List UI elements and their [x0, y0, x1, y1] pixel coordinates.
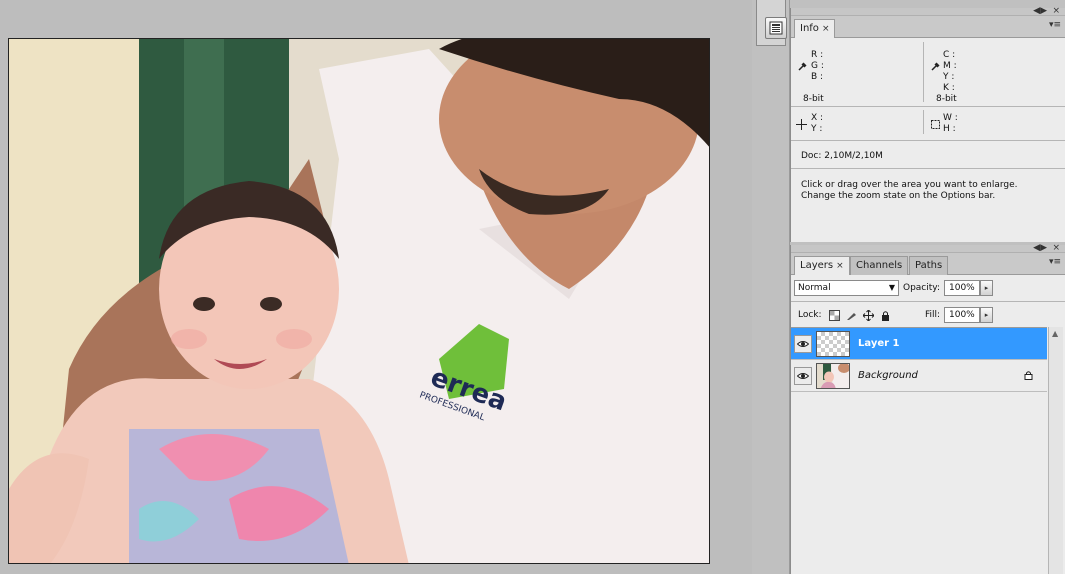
tab-channels[interactable]: Channels [850, 256, 909, 275]
fill-input[interactable]: 100% [944, 307, 980, 323]
tab-paths-label: Paths [915, 260, 943, 271]
photo-illustration: errea PROFESSIONAL [9, 39, 709, 563]
panel-menu-icon[interactable]: ▾≡ [1049, 20, 1061, 30]
opacity-slider-button[interactable]: ▸ [980, 280, 993, 296]
lock-label: Lock: [798, 310, 822, 320]
panel-icon [769, 21, 783, 35]
layers-tabs: Layers × Channels Paths ▾≡ [791, 253, 1065, 276]
layers-panel-titlebar: ◀▶ × [791, 243, 1065, 253]
background-thumbnail-image [817, 364, 849, 388]
tab-info-label: Info [800, 23, 819, 34]
scroll-up-icon[interactable]: ▲ [1052, 329, 1058, 338]
m-label: M : [943, 61, 957, 71]
chevron-down-icon: ▼ [888, 283, 895, 292]
info-panel: ◀▶ × Info × ▾≡ R : G : B : 8-bit C : M : … [790, 6, 1065, 242]
document-canvas[interactable]: errea PROFESSIONAL [0, 0, 752, 574]
close-panel-button[interactable]: × [1052, 243, 1060, 253]
collapse-button[interactable]: ◀▶ [1033, 243, 1047, 253]
opacity-value: 100% [949, 283, 975, 293]
info-panel-titlebar: ◀▶ × [791, 6, 1065, 16]
lock-transparent-icon[interactable] [829, 310, 840, 321]
collapse-button[interactable]: ◀▶ [1033, 6, 1047, 16]
b-label: B : [811, 72, 824, 82]
layer-row-layer-1[interactable]: Layer 1 [791, 328, 1047, 360]
info-body: R : G : B : 8-bit C : M : Y : K : 8-bit … [791, 38, 1065, 242]
w-label: W : [943, 113, 958, 123]
lock-image-icon[interactable] [846, 310, 857, 321]
blend-mode-select[interactable]: Normal ▼ [794, 280, 899, 296]
tab-layers-label: Layers [800, 260, 834, 271]
tab-info[interactable]: Info × [794, 19, 836, 39]
lock-position-icon[interactable] [863, 310, 874, 321]
layers-scrollbar[interactable]: ▲ [1048, 327, 1063, 574]
right-bitdepth: 8-bit [936, 94, 957, 104]
lock-icon [1024, 371, 1033, 380]
tab-close-icon[interactable]: × [822, 24, 830, 34]
opacity-input[interactable]: 100% [944, 280, 980, 296]
eyedropper-icon [798, 62, 807, 71]
fill-label: Fill: [925, 310, 941, 320]
layer-name[interactable]: Layer 1 [858, 338, 899, 349]
layers-body: Normal ▼ Opacity: 100% ▸ Lock: Fill: 100… [791, 275, 1065, 574]
document-image[interactable]: errea PROFESSIONAL [8, 38, 710, 564]
g-label: G : [811, 61, 824, 71]
navigator-dock-button[interactable] [765, 17, 787, 39]
hint-line-2: Change the zoom state on the Options bar… [801, 191, 996, 201]
panel-menu-icon[interactable]: ▾≡ [1049, 257, 1061, 267]
eye-icon [797, 341, 809, 347]
y-coord-label: Y : [811, 124, 823, 134]
selection-size-icon [931, 120, 940, 129]
layer-thumbnail [816, 331, 850, 357]
opacity-label: Opacity: [903, 283, 940, 293]
blend-row: Normal ▼ Opacity: 100% ▸ [791, 275, 1065, 301]
hint-line-1: Click or drag over the area you want to … [801, 180, 1018, 190]
collapsed-panel-dock [752, 0, 790, 574]
fill-value: 100% [949, 310, 975, 320]
tab-paths[interactable]: Paths [909, 256, 949, 275]
tab-layers[interactable]: Layers × [794, 256, 850, 276]
k-label: K : [943, 83, 955, 93]
y-label: Y : [943, 72, 955, 82]
dock-strip [756, 0, 787, 46]
layers-panel: ◀▶ × Layers × Channels Paths ▾≡ Normal ▼ … [790, 243, 1065, 574]
blend-mode-value: Normal [798, 283, 831, 293]
lock-all-icon[interactable] [880, 310, 891, 321]
info-tabs: Info × ▾≡ [791, 16, 1065, 39]
tab-close-icon[interactable]: × [836, 261, 844, 271]
r-label: R : [811, 50, 824, 60]
doc-size: Doc: 2,10M/2,10M [801, 151, 883, 161]
h-label: H : [943, 124, 956, 134]
layer-row-background[interactable]: Background [791, 360, 1047, 392]
eyedropper-icon [931, 62, 940, 71]
layer-thumbnail [816, 363, 850, 389]
crosshair-icon [796, 119, 807, 130]
c-label: C : [943, 50, 956, 60]
visibility-toggle[interactable] [794, 367, 812, 385]
eye-icon [797, 373, 809, 379]
layer-name[interactable]: Background [858, 370, 918, 381]
x-label: X : [811, 113, 824, 123]
close-panel-button[interactable]: × [1052, 6, 1060, 16]
layers-list: Layer 1 Background [791, 327, 1047, 574]
tab-channels-label: Channels [856, 260, 903, 271]
fill-slider-button[interactable]: ▸ [980, 307, 993, 323]
left-bitdepth: 8-bit [803, 94, 824, 104]
visibility-toggle[interactable] [794, 335, 812, 353]
